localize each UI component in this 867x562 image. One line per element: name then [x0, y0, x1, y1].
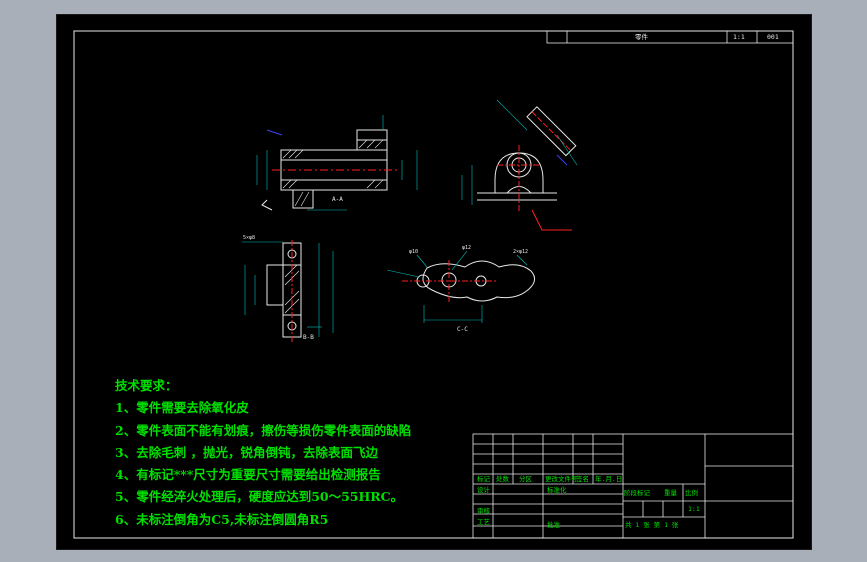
- view-b-label: B-B: [303, 334, 314, 341]
- technical-requirements: 技术要求： 1、零件需要去除氧化皮 2、零件表面不能有划痕，擦伤等损伤零件表面的…: [115, 375, 411, 531]
- requirement-item: 2、零件表面不能有划痕，擦伤等损伤零件表面的缺陷: [115, 422, 412, 438]
- tb-process: 工艺: [477, 518, 490, 526]
- requirement-item: 5、零件经淬火处理后，硬度应达到50～55HRC。: [115, 489, 404, 505]
- tb-review: 审核: [477, 507, 490, 515]
- requirement-item: 6、未标注倒角为C5,未标注倒圆角R5: [115, 511, 329, 527]
- tb-zone: 分区: [519, 475, 532, 483]
- drawing-sheet: A-A B-B 5×φ8 C-C φ10 φ12 2×φ12 零件 1:1 00…: [56, 14, 812, 550]
- top-name-cell: 零件: [635, 33, 648, 41]
- tb-weight: 重量: [664, 489, 677, 497]
- side-view: [461, 99, 578, 231]
- tb-scale-value: 1:1: [688, 505, 700, 513]
- top-scale-cell: 1:1: [733, 33, 745, 41]
- hole-dim-4: 5×φ8: [243, 235, 255, 241]
- tb-mark: 标记: [477, 475, 490, 483]
- plate-view: [386, 250, 535, 323]
- tb-change-doc: 更改文件号: [545, 475, 578, 483]
- hole-dim-2: φ12: [462, 245, 471, 251]
- requirement-item: 3、去除毛刺 ，抛光，锐角倒钝，去除表面飞边: [115, 444, 379, 460]
- requirements-heading: 技术要求：: [115, 378, 178, 393]
- top-sheet-cell: 001: [767, 33, 779, 41]
- tb-count: 处数: [496, 475, 509, 483]
- tb-date: 年.月.日: [595, 475, 623, 483]
- tb-signature: 签名: [576, 475, 589, 483]
- view-a-label: A-A: [332, 196, 343, 203]
- tb-scale-label: 比例: [685, 489, 698, 497]
- view-c-label: C-C: [457, 326, 468, 333]
- hole-dim-1: φ10: [409, 249, 418, 255]
- hole-dim-3: 2×φ12: [513, 249, 528, 255]
- requirement-item: 4、有标记***尺寸为重要尺寸需要给出检测报告: [115, 467, 381, 483]
- tb-approve: 批准: [547, 521, 560, 529]
- tb-designer: 设计: [477, 486, 490, 494]
- tb-standardize: 标准化: [547, 486, 567, 494]
- top-title-block: [546, 30, 794, 44]
- tb-sheets: 共 1 张 第 1 张: [625, 521, 679, 529]
- tb-stage-mark: 阶段标记: [624, 489, 650, 497]
- requirement-item: 1、零件需要去除氧化皮: [115, 400, 249, 416]
- top-view-small: [242, 240, 334, 343]
